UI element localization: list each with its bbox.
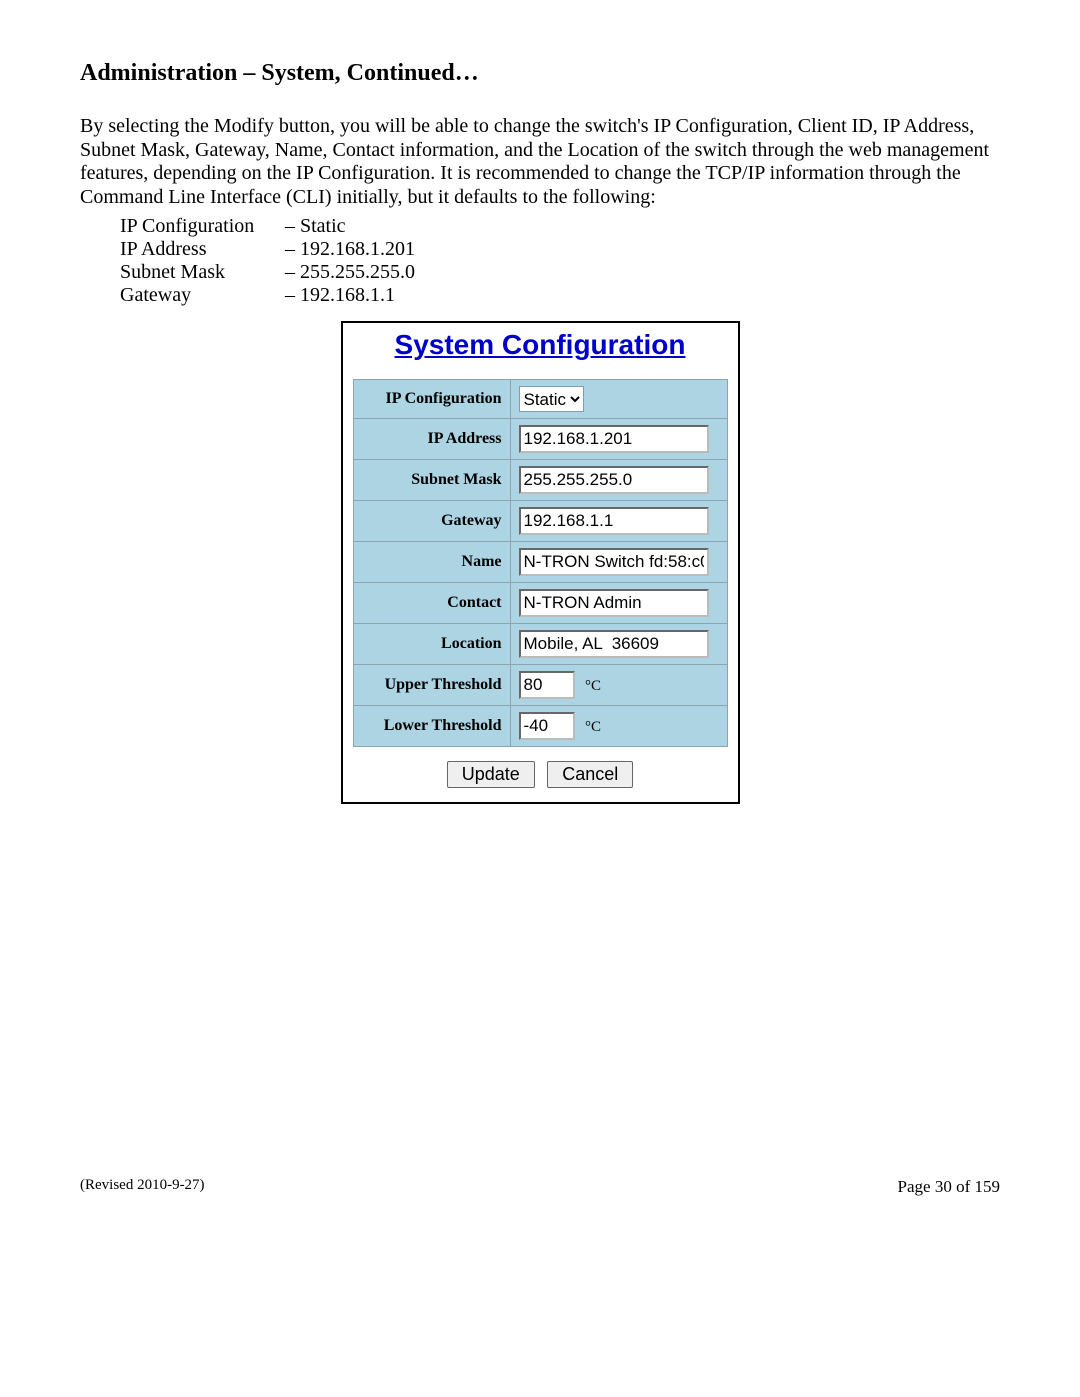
defaults-row: IP Address – 192.168.1.201 bbox=[120, 238, 1000, 261]
unit-label: °C bbox=[585, 719, 601, 735]
defaults-value: – 192.168.1.1 bbox=[285, 284, 395, 306]
defaults-value: – Static bbox=[285, 215, 346, 237]
defaults-list: IP Configuration – Static IP Address – 1… bbox=[120, 215, 1000, 307]
page-number: Page 30 of 159 bbox=[898, 1177, 1000, 1197]
defaults-value: – 255.255.255.0 bbox=[285, 261, 415, 283]
lower-threshold-input[interactable] bbox=[519, 712, 575, 740]
field-label-name: Name bbox=[353, 542, 510, 583]
ip-address-input[interactable] bbox=[519, 425, 709, 453]
unit-label: °C bbox=[585, 678, 601, 694]
field-label-ip-address: IP Address bbox=[353, 419, 510, 460]
defaults-label: IP Address bbox=[120, 238, 280, 261]
defaults-value: – 192.168.1.201 bbox=[285, 238, 415, 260]
revised-date: (Revised 2010-9-27) bbox=[80, 1177, 205, 1197]
field-label-subnet-mask: Subnet Mask bbox=[353, 460, 510, 501]
contact-input[interactable] bbox=[519, 589, 709, 617]
intro-paragraph: By selecting the Modify button, you will… bbox=[80, 115, 1000, 209]
section-heading: Administration – System, Continued… bbox=[80, 60, 1000, 87]
location-input[interactable] bbox=[519, 630, 709, 658]
field-label-ip-configuration: IP Configuration bbox=[353, 380, 510, 419]
gateway-input[interactable] bbox=[519, 507, 709, 535]
upper-threshold-input[interactable] bbox=[519, 671, 575, 699]
field-label-upper-threshold: Upper Threshold bbox=[353, 665, 510, 706]
subnet-mask-input[interactable] bbox=[519, 466, 709, 494]
field-label-location: Location bbox=[353, 624, 510, 665]
system-config-panel: System Configuration IP Configuration St… bbox=[341, 321, 740, 804]
name-input[interactable] bbox=[519, 548, 709, 576]
cancel-button[interactable]: Cancel bbox=[547, 761, 633, 788]
config-form-table: IP Configuration Static IP Address Subne… bbox=[353, 379, 728, 747]
defaults-label: Subnet Mask bbox=[120, 261, 280, 284]
panel-title: System Configuration bbox=[353, 329, 728, 361]
field-label-contact: Contact bbox=[353, 583, 510, 624]
field-label-gateway: Gateway bbox=[353, 501, 510, 542]
defaults-label: IP Configuration bbox=[120, 215, 280, 238]
field-label-lower-threshold: Lower Threshold bbox=[353, 706, 510, 747]
page-footer: (Revised 2010-9-27) Page 30 of 159 bbox=[80, 1177, 1000, 1197]
update-button[interactable]: Update bbox=[447, 761, 535, 788]
defaults-row: IP Configuration – Static bbox=[120, 215, 1000, 238]
defaults-label: Gateway bbox=[120, 284, 280, 307]
defaults-row: Subnet Mask – 255.255.255.0 bbox=[120, 261, 1000, 284]
defaults-row: Gateway – 192.168.1.1 bbox=[120, 284, 1000, 307]
ip-configuration-select[interactable]: Static bbox=[519, 386, 584, 412]
